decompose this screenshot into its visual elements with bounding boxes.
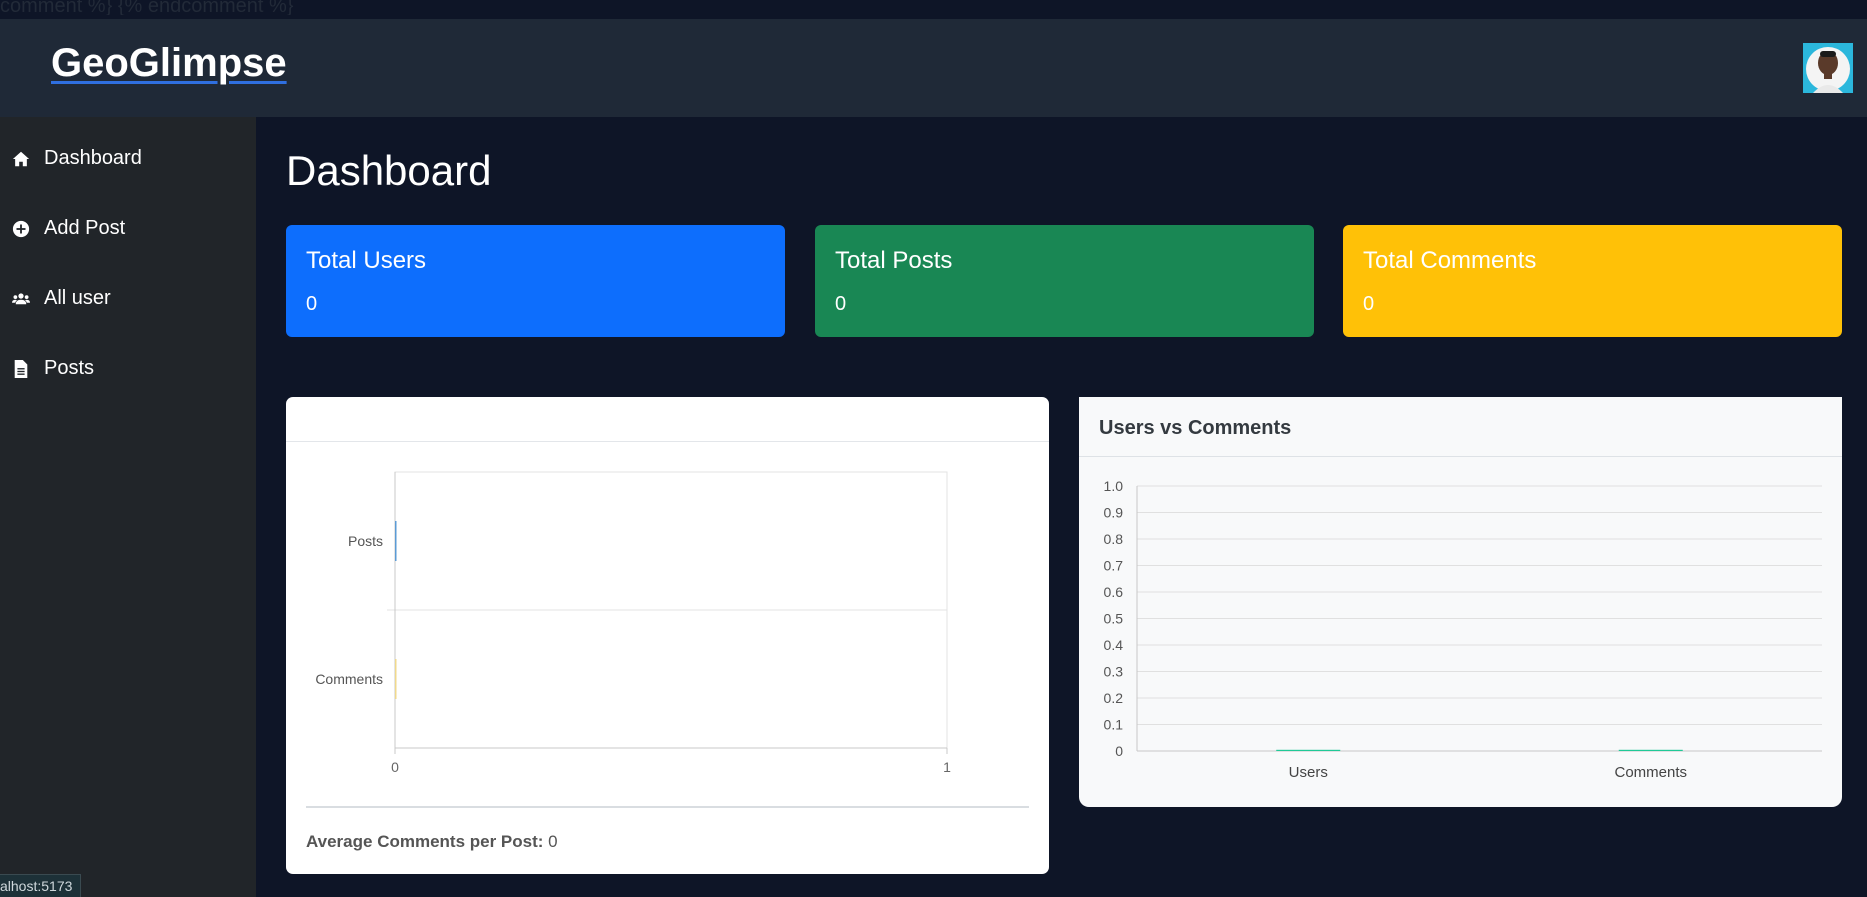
x-tick-label: 1 <box>943 759 951 775</box>
average-comments-text: Average Comments per Post: 0 <box>306 832 558 852</box>
home-icon <box>12 151 30 166</box>
y-tick-label: 0 <box>1115 743 1123 759</box>
avatar-image <box>1803 43 1853 93</box>
sidebar-item-all-user[interactable]: All user <box>12 287 111 310</box>
document-icon <box>14 359 28 378</box>
sidebar-item-add-post[interactable]: Add Post <box>12 217 125 240</box>
x-tick-label: Users <box>1289 764 1328 781</box>
avatar[interactable] <box>1803 43 1853 93</box>
bar <box>1618 749 1683 751</box>
stat-card-posts: Total Posts 0 <box>815 225 1314 337</box>
y-tick-label: 0.5 <box>1104 611 1124 627</box>
plus-circle-icon <box>12 220 30 237</box>
sidebar-item-label: Add Post <box>44 217 126 239</box>
divider <box>306 806 1029 808</box>
stat-label: Total Users <box>306 247 427 274</box>
card-header <box>286 397 1049 442</box>
stat-value: 0 <box>1363 293 1375 315</box>
y-tick-label: 0.8 <box>1104 531 1124 547</box>
sidebar-item-label: Posts <box>44 357 95 379</box>
stat-value: 0 <box>835 293 847 315</box>
stat-label: Total Posts <box>835 247 953 274</box>
sidebar-item-label: All user <box>44 287 111 309</box>
stat-card-comments: Total Comments 0 <box>1343 225 1842 337</box>
posts-comments-card: Posts Comments 0 1 Average Comments per Pos… <box>286 397 1049 874</box>
stat-label: Total Comments <box>1363 247 1537 274</box>
users-icon <box>12 292 30 304</box>
y-tick-label: 0.4 <box>1104 637 1124 653</box>
x-tick-label: Comments <box>1614 764 1687 781</box>
stray-template-text: comment %} {% endcomment %} <box>0 0 294 15</box>
brand-logo-link[interactable]: GeoGlimpse <box>51 41 287 86</box>
stat-card-users: Total Users 0 <box>286 225 785 337</box>
sidebar-item-posts[interactable]: Posts <box>12 357 94 380</box>
bar <box>395 521 397 561</box>
users-vs-comments-card: Users vs Comments 0 0.1 0.2 0.3 0.4 0.5 0.6 0.7… <box>1079 397 1842 807</box>
sidebar-item-dashboard[interactable]: Dashboard <box>12 147 142 170</box>
y-tick-label: Posts <box>348 533 383 549</box>
bar <box>1276 749 1341 751</box>
status-bar-url: alhost:5173 <box>0 874 82 897</box>
sidebar: Dashboard Add Post All user Posts <box>0 117 256 897</box>
average-label: Average Comments per Post: <box>306 832 544 851</box>
users-vs-comments-bar-chart: 0 0.1 0.2 0.3 0.4 0.5 0.6 0.7 0.8 0.9 1.0 Users Comm… <box>1104 478 1822 781</box>
y-tick-label: 0.6 <box>1104 584 1124 600</box>
bar <box>395 659 397 699</box>
card-title: Users vs Comments <box>1079 397 1842 457</box>
y-tick-label: 0.1 <box>1104 717 1124 733</box>
y-tick-label: Comments <box>315 671 383 687</box>
posts-comments-bar-chart: Posts Comments 0 1 <box>315 471 951 775</box>
page-title: Dashboard <box>286 147 492 194</box>
y-tick-label: 0.9 <box>1104 505 1124 521</box>
stat-value: 0 <box>306 293 318 315</box>
average-value: 0 <box>548 832 558 851</box>
sidebar-item-label: Dashboard <box>44 147 142 169</box>
y-tick-label: 0.2 <box>1104 690 1124 706</box>
top-navbar: GeoGlimpse <box>0 19 1867 117</box>
y-tick-label: 0.7 <box>1104 558 1124 574</box>
y-tick-label: 0.3 <box>1104 664 1124 680</box>
x-tick-label: 0 <box>391 759 399 775</box>
y-tick-label: 1.0 <box>1104 478 1124 494</box>
